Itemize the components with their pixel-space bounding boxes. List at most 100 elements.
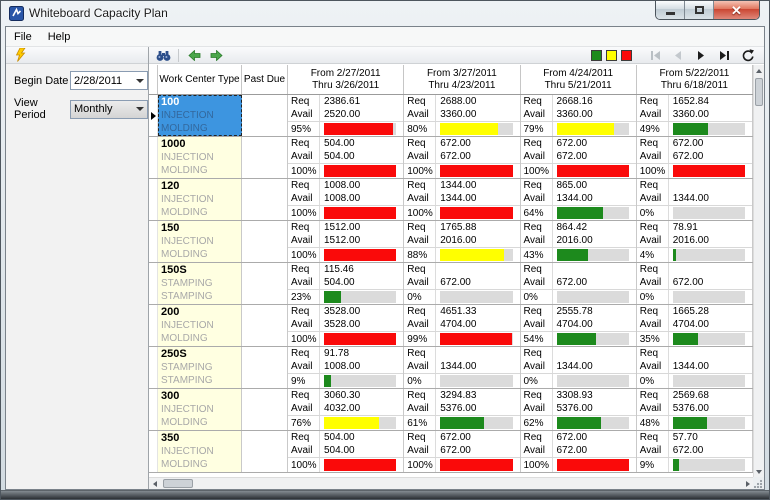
refresh-button[interactable]	[740, 48, 754, 62]
past-due-cell[interactable]	[242, 263, 288, 304]
table-row[interactable]: 120 INJECTION MOLDING Req 1008.00 Avail …	[149, 179, 753, 221]
last-record-button[interactable]	[717, 48, 731, 62]
table-row[interactable]: 200 INJECTION MOLDING Req 3528.00 Avail …	[149, 305, 753, 347]
period-cell[interactable]: Req 78.91 Avail 2016.00 4%	[637, 221, 753, 262]
menu-help[interactable]: Help	[40, 28, 79, 46]
period-cell[interactable]: Req 864.42 Avail 2016.00 43%	[521, 221, 637, 262]
period-cell[interactable]: Req 115.46 Avail 504.00 23%	[288, 263, 404, 304]
utilization-bar	[324, 417, 396, 429]
past-due-cell[interactable]	[242, 389, 288, 430]
work-center-cell[interactable]: 100 INJECTION MOLDING	[158, 95, 242, 136]
period-cell[interactable]: Req 1765.88 Avail 2016.00 88%	[404, 221, 520, 262]
period-column-header[interactable]: From 4/24/2011 Thru 5/21/2011	[521, 65, 637, 94]
maximize-button[interactable]	[685, 1, 714, 19]
vertical-scrollbar[interactable]	[753, 65, 764, 477]
scroll-right-button[interactable]	[742, 478, 753, 489]
period-cell[interactable]: Req 672.00 Avail 672.00 100%	[404, 431, 520, 472]
scroll-down-button[interactable]	[754, 466, 764, 477]
work-center-cell[interactable]: 120 INJECTION MOLDING	[158, 179, 242, 220]
past-due-cell[interactable]	[242, 95, 288, 136]
period-cell[interactable]: Req 57.70 Avail 672.00 9%	[637, 431, 753, 472]
past-due-cell[interactable]	[242, 305, 288, 346]
run-button[interactable]	[11, 47, 31, 63]
period-cell[interactable]: Req 1652.84 Avail 3360.00 49%	[637, 95, 753, 136]
period-cell[interactable]: Req 2555.78 Avail 4704.00 54%	[521, 305, 637, 346]
chevron-down-icon[interactable]	[132, 79, 147, 83]
period-cell[interactable]: Req 3528.00 Avail 3528.00 100%	[288, 305, 404, 346]
scroll-left-button[interactable]	[149, 478, 160, 489]
resize-grip[interactable]	[753, 477, 764, 489]
period-cell[interactable]: Req 2569.68 Avail 5376.00 48%	[637, 389, 753, 430]
past-due-header[interactable]: Past Due	[242, 65, 288, 94]
past-due-cell[interactable]	[242, 137, 288, 178]
period-cell[interactable]: Req 91.78 Avail 1008.00 9%	[288, 347, 404, 388]
work-center-cell[interactable]: 150S STAMPING STAMPING	[158, 263, 242, 304]
past-due-cell[interactable]	[242, 179, 288, 220]
view-period-combobox[interactable]: Monthly	[70, 100, 148, 119]
minimize-button[interactable]	[656, 1, 685, 19]
menu-file[interactable]: File	[6, 28, 40, 46]
period-cell[interactable]: Req Avail 1344.00 0%	[521, 347, 637, 388]
work-center-cell[interactable]: 300 INJECTION MOLDING	[158, 389, 242, 430]
period-cell[interactable]: Req Avail 1344.00 0%	[637, 347, 753, 388]
period-column-header[interactable]: From 3/27/2011 Thru 4/23/2011	[404, 65, 520, 94]
find-button[interactable]	[153, 47, 173, 63]
work-center-cell[interactable]: 350 INJECTION MOLDING	[158, 431, 242, 472]
period-cell[interactable]: Req 1665.28 Avail 4704.00 35%	[637, 305, 753, 346]
period-cell[interactable]: Req 504.00 Avail 504.00 100%	[288, 137, 404, 178]
period-cell[interactable]: Req 4651.33 Avail 4704.00 99%	[404, 305, 520, 346]
work-center-cell[interactable]: 1000 INJECTION MOLDING	[158, 137, 242, 178]
period-cell[interactable]: Req 1512.00 Avail 1512.00 100%	[288, 221, 404, 262]
past-due-cell[interactable]	[242, 431, 288, 472]
past-due-cell[interactable]	[242, 221, 288, 262]
period-cell[interactable]: Req 1008.00 Avail 1008.00 100%	[288, 179, 404, 220]
table-row[interactable]: 150S STAMPING STAMPING Req 115.46 Avail …	[149, 263, 753, 305]
period-cell[interactable]: Req 3308.93 Avail 5376.00 62%	[521, 389, 637, 430]
title-bar[interactable]: Whiteboard Capacity Plan ✕	[1, 1, 769, 26]
period-cell[interactable]: Req 2688.00 Avail 3360.00 80%	[404, 95, 520, 136]
work-center-cell[interactable]: 150 INJECTION MOLDING	[158, 221, 242, 262]
period-cell[interactable]: Req 1344.00 Avail 1344.00 100%	[404, 179, 520, 220]
work-center-type-header[interactable]: Work Center Type	[158, 65, 242, 94]
first-record-button[interactable]	[648, 48, 662, 62]
period-cell[interactable]: Req 865.00 Avail 1344.00 64%	[521, 179, 637, 220]
next-record-button[interactable]	[694, 48, 708, 62]
vertical-scroll-thumb[interactable]	[755, 78, 763, 106]
period-cell[interactable]: Req 2386.61 Avail 2520.00 95%	[288, 95, 404, 136]
period-cell[interactable]: Req 672.00 Avail 672.00 100%	[521, 137, 637, 178]
previous-record-button[interactable]	[671, 48, 685, 62]
period-cell[interactable]: Req 672.00 Avail 672.00 100%	[404, 137, 520, 178]
avail-label: Avail	[637, 192, 669, 205]
period-cell[interactable]: Req 2668.16 Avail 3360.00 79%	[521, 95, 637, 136]
period-cell[interactable]: Req Avail 672.00 0%	[404, 263, 520, 304]
period-column-header[interactable]: From 2/27/2011 Thru 3/26/2011	[288, 65, 404, 94]
scroll-up-button[interactable]	[754, 65, 764, 76]
close-button[interactable]: ✕	[714, 1, 759, 19]
period-cell[interactable]: Req Avail 1344.00 0%	[404, 347, 520, 388]
past-due-cell[interactable]	[242, 347, 288, 388]
period-cell[interactable]: Req 672.00 Avail 672.00 100%	[637, 137, 753, 178]
period-cell[interactable]: Req Avail 672.00 0%	[637, 263, 753, 304]
forward-button[interactable]	[206, 47, 226, 63]
avail-value: 1344.00	[436, 192, 519, 205]
period-cell[interactable]: Req 3294.83 Avail 5376.00 61%	[404, 389, 520, 430]
table-row[interactable]: 100 INJECTION MOLDING Req 2386.61 Avail …	[149, 95, 753, 137]
period-cell[interactable]: Req Avail 672.00 0%	[521, 263, 637, 304]
period-cell[interactable]: Req Avail 1344.00 0%	[637, 179, 753, 220]
horizontal-scrollbar[interactable]	[149, 477, 753, 489]
back-button[interactable]	[184, 47, 204, 63]
table-row[interactable]: 350 INJECTION MOLDING Req 504.00 Avail 5…	[149, 431, 753, 473]
period-cell[interactable]: Req 672.00 Avail 672.00 100%	[521, 431, 637, 472]
work-center-cell[interactable]: 200 INJECTION MOLDING	[158, 305, 242, 346]
horizontal-scroll-thumb[interactable]	[163, 479, 193, 488]
chevron-down-icon[interactable]	[132, 107, 147, 111]
table-row[interactable]: 1000 INJECTION MOLDING Req 504.00 Avail …	[149, 137, 753, 179]
table-row[interactable]: 250S STAMPING STAMPING Req 91.78 Avail 1…	[149, 347, 753, 389]
period-column-header[interactable]: From 5/22/2011 Thru 6/18/2011	[637, 65, 753, 94]
period-cell[interactable]: Req 504.00 Avail 504.00 100%	[288, 431, 404, 472]
begin-date-combobox[interactable]: 2/28/2011	[70, 71, 148, 90]
table-row[interactable]: 300 INJECTION MOLDING Req 3060.30 Avail …	[149, 389, 753, 431]
period-cell[interactable]: Req 3060.30 Avail 4032.00 76%	[288, 389, 404, 430]
table-row[interactable]: 150 INJECTION MOLDING Req 1512.00 Avail …	[149, 221, 753, 263]
work-center-cell[interactable]: 250S STAMPING STAMPING	[158, 347, 242, 388]
